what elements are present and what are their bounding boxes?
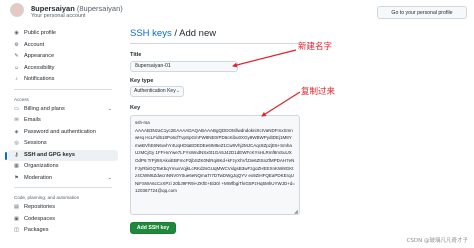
user-handle: (8upersaiyan): [76, 4, 123, 13]
sidebar-item-emails[interactable]: ✉ Emails: [8, 115, 118, 127]
report-icon: ⚑: [14, 174, 19, 181]
sidebar-item-label: Moderation: [24, 174, 52, 181]
sidebar-item-moderation[interactable]: ⚑ Moderation ⌄: [8, 173, 118, 185]
csdn-watermark: CSDN @玻璃凡凡奇才子: [406, 238, 468, 244]
settings-sidebar: ◉ Public profile ⚙ Account ✎ Appearance …: [5, 28, 118, 237]
chevron-down-icon: ⌄: [107, 105, 112, 112]
title-input[interactable]: 8upersaiyan-01: [130, 61, 238, 72]
key-type-select[interactable]: Authentication Key ⌄: [130, 86, 184, 97]
key-icon: ⚷: [14, 151, 19, 158]
sidebar-item-label: Billing and plans: [24, 105, 65, 112]
sidebar-item-ssh-gpg-keys[interactable]: ⚷ SSH and GPG keys: [5, 149, 118, 161]
broadcast-icon: ◎: [14, 140, 19, 146]
mail-icon: ✉: [14, 117, 19, 123]
sidebar-item-sessions[interactable]: ◎ Sessions: [8, 138, 118, 150]
gear-icon: ⚙: [14, 41, 19, 48]
key-field-label: Key: [130, 105, 141, 111]
sidebar-item-label: SSH and GPG keys: [24, 151, 75, 158]
sidebar-item-label: Codespaces: [24, 215, 56, 222]
sidebar-divider: [14, 187, 112, 188]
sidebar-item-label: Packages: [24, 227, 49, 233]
username: 8upersaiyan: [31, 4, 75, 13]
package-icon: ◫: [14, 227, 19, 233]
title-field-label: Title: [130, 52, 142, 58]
accessibility-icon: ☺: [14, 64, 20, 71]
sidebar-item-public-profile[interactable]: ◉ Public profile: [8, 28, 118, 40]
sidebar-item-account[interactable]: ⚙ Account: [8, 40, 118, 52]
codespaces-icon: ▣: [14, 215, 19, 222]
add-ssh-key-button[interactable]: Add SSH key: [130, 222, 176, 234]
key-type-value: Authentication Key: [134, 88, 176, 94]
breadcrumb-ssh-keys[interactable]: SSH keys: [130, 28, 172, 39]
section-code: Code, planning, and automation: [14, 195, 80, 200]
sidebar-item-organizations[interactable]: ▦ Organizations: [8, 161, 118, 173]
sidebar-item-label: Accessibility: [24, 64, 55, 71]
account-subtitle: Your personal account: [31, 13, 86, 19]
sidebar-item-password[interactable]: ◈ Password and authentication: [8, 127, 118, 139]
arrow-to-key-textarea: [261, 91, 301, 117]
paintbrush-icon: ✎: [14, 53, 19, 59]
sidebar-item-label: Sessions: [24, 140, 47, 146]
chevron-down-icon: ⌄: [175, 88, 180, 94]
sidebar-item-codespaces[interactable]: ▣ Codespaces: [8, 214, 118, 226]
breadcrumb-separator: /: [171, 28, 180, 39]
sidebar-item-label: Emails: [24, 117, 41, 123]
sidebar-item-label: Organizations: [24, 163, 59, 169]
annotation-paste-over: 复制过来: [301, 87, 336, 97]
go-to-profile-button[interactable]: Go to your personal profile: [377, 6, 467, 19]
sidebar-divider: [14, 88, 112, 90]
person-icon: ◉: [14, 30, 19, 36]
sidebar-item-label: Notifications: [24, 76, 55, 82]
section-access: Access: [14, 96, 29, 102]
arrow-to-title-input: [232, 49, 297, 68]
title-divider: [130, 43, 299, 44]
credit-card-icon: ▭: [14, 105, 19, 112]
annotation-new-name: 新建名字: [298, 42, 333, 52]
settings-header: 8upersaiyan (8upersaiyan) Your personal …: [0, 0, 474, 22]
sidebar-item-packages[interactable]: ◫ Packages: [8, 225, 118, 237]
resize-grip-icon[interactable]: ◢: [294, 209, 298, 215]
sidebar-item-appearance[interactable]: ✎ Appearance: [8, 51, 118, 63]
sidebar-item-label: Account: [24, 41, 45, 48]
organization-icon: ▦: [14, 163, 19, 169]
key-textarea[interactable]: ssh-rsa AAAAB3NzaC1yc2EAAAADAQABAAABgQDD…: [130, 115, 300, 215]
repo-icon: ▤: [14, 204, 19, 210]
sidebar-item-label: Appearance: [24, 53, 55, 59]
sidebar-item-label: Repositories: [24, 204, 56, 210]
shield-lock-icon: ◈: [14, 128, 19, 135]
key-type-label: Key type: [130, 78, 154, 84]
sidebar-item-label: Public profile: [24, 30, 57, 36]
sidebar-item-billing[interactable]: ▭ Billing and plans ⌄: [8, 104, 118, 116]
bell-icon: ♪: [15, 76, 18, 82]
sidebar-item-repositories[interactable]: ▤ Repositories: [8, 202, 118, 214]
sidebar-item-label: Password and authentication: [24, 128, 96, 135]
sidebar-item-notifications[interactable]: ♪ Notifications: [8, 74, 118, 86]
page-title-text: Add new: [179, 28, 217, 39]
account-name: 8upersaiyan (8upersaiyan): [31, 4, 123, 13]
sidebar-item-accessibility[interactable]: ☺ Accessibility: [8, 63, 118, 75]
avatar[interactable]: [10, 3, 24, 17]
chevron-down-icon: ⌄: [107, 174, 112, 181]
